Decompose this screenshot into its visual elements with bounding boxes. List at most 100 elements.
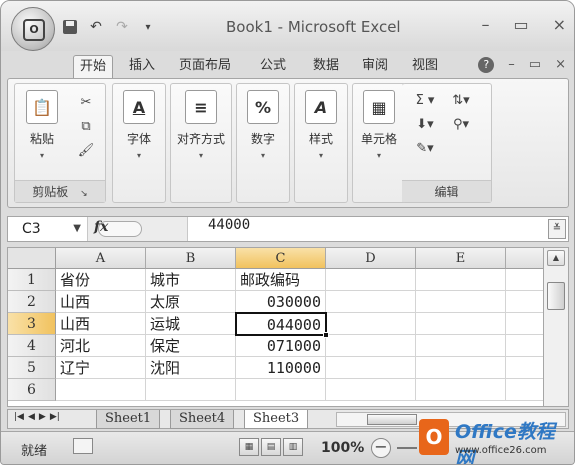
row-header-5[interactable]: 5 [8,357,56,379]
prev-sheet-icon[interactable]: ◀ [28,412,35,422]
autosum-icon[interactable]: Σ ▾ [410,92,440,108]
cell-c2[interactable]: 030000 [236,291,326,313]
ribbon-close-button[interactable]: × [555,57,566,73]
cell-b1[interactable]: 城市 [146,269,236,291]
cell-c5[interactable]: 110000 [236,357,326,379]
number-button[interactable]: % 数字 ▾ [238,90,288,160]
horizontal-scroll-thumb[interactable] [367,414,417,425]
cell-c3-active[interactable]: 044000 [235,312,327,336]
insert-function-icon[interactable]: fx [94,219,108,235]
ribbon-minimize-button[interactable]: – [508,57,515,73]
first-sheet-icon[interactable]: |◀ [14,412,24,422]
cell-b5[interactable]: 沈阳 [146,357,236,379]
cell-a4[interactable]: 河北 [56,335,146,357]
scroll-up-icon[interactable]: ▲ [547,250,565,266]
scroll-thumb[interactable] [547,282,565,310]
cells-button[interactable]: ▦ 单元格 ▾ [354,90,404,160]
row-header-2[interactable]: 2 [8,291,56,313]
styles-button[interactable]: A 样式 ▾ [296,90,346,160]
cell-a2[interactable]: 山西 [56,291,146,313]
expand-formula-bar-button[interactable]: ≚ [548,219,566,239]
column-header-e[interactable]: E [416,248,506,269]
font-button[interactable]: A 字体 ▾ [114,90,164,160]
cell-e6[interactable] [416,379,506,401]
fill-icon[interactable]: ⬇▾ [410,116,440,132]
tab-home[interactable]: 开始 [73,55,114,79]
alignment-button[interactable]: ≡ 对齐方式 ▾ [176,90,226,160]
column-header-d[interactable]: D [326,248,416,269]
tab-view[interactable]: 视图 [406,55,444,79]
cell-d1[interactable] [326,269,416,291]
dialog-launcher-icon[interactable]: ↘ [80,189,88,199]
zoom-out-icon[interactable]: − [371,438,391,458]
cell-e3[interactable] [416,313,506,335]
cell-e5[interactable] [416,357,506,379]
next-sheet-icon[interactable]: ▶ [39,412,46,422]
cell-c1[interactable]: 邮政编码 [236,269,326,291]
sort-filter-icon[interactable]: ⇅▾ [446,92,476,108]
save-button[interactable] [61,18,79,36]
chevron-down-icon[interactable]: ▼ [73,217,81,241]
undo-button[interactable]: ↶ [87,18,105,36]
cell-b3[interactable]: 运城 [146,313,236,335]
cell-a6[interactable] [56,379,146,401]
cell-e2[interactable] [416,291,506,313]
macro-record-icon[interactable] [73,438,93,454]
select-all-corner[interactable] [8,248,56,269]
cell-c4[interactable]: 071000 [236,335,326,357]
vertical-scrollbar[interactable]: ▲ [543,247,569,407]
clear-icon[interactable]: ✎▾ [410,140,440,156]
last-sheet-icon[interactable]: ▶| [50,412,60,422]
page-break-view-icon[interactable]: ▥ [283,438,303,456]
sheet-tab-sheet1[interactable]: Sheet1 [96,410,161,429]
find-select-icon[interactable]: ⚲▾ [446,116,476,132]
office-button[interactable]: O [11,7,55,51]
copy-icon[interactable]: ⧉ [77,118,95,134]
page-layout-view-icon[interactable]: ▤ [261,438,281,456]
tab-insert[interactable]: 插入 [123,55,161,79]
format-painter-icon[interactable]: 🖌 [77,142,95,158]
cell-d2[interactable] [326,291,416,313]
fill-handle[interactable] [323,332,329,338]
row-header-1[interactable]: 1 [8,269,56,291]
close-button[interactable]: × [553,15,566,34]
row-header-6[interactable]: 6 [8,379,56,401]
cell-d4[interactable] [326,335,416,357]
cell-a5[interactable]: 辽宁 [56,357,146,379]
column-header-a[interactable]: A [56,248,146,269]
row-header-4[interactable]: 4 [8,335,56,357]
column-header-c[interactable]: C [236,248,326,269]
cell-a3[interactable]: 山西 [56,313,146,335]
column-header-b[interactable]: B [146,248,236,269]
zoom-slider[interactable] [397,447,417,449]
cell-a1[interactable]: 省份 [56,269,146,291]
cell-b6[interactable] [146,379,236,401]
cell-b4[interactable]: 保定 [146,335,236,357]
ribbon-restore-button[interactable]: ▭ [529,57,541,73]
redo-button[interactable]: ↷ [113,18,131,36]
name-box[interactable]: C3 ▼ [8,217,88,241]
cell-e1[interactable] [416,269,506,291]
customize-qat-button[interactable]: ▾ [139,18,157,36]
cell-d5[interactable] [326,357,416,379]
cut-icon[interactable]: ✂ [77,94,95,110]
formula-input[interactable]: 44000 [208,217,250,241]
zoom-level[interactable]: 100% [321,440,364,456]
sheet-tab-sheet3[interactable]: Sheet3 [244,410,309,429]
normal-view-icon[interactable]: ▦ [239,438,259,456]
cell-d6[interactable] [326,379,416,401]
cell-c6[interactable] [236,379,326,401]
cell-b2[interactable]: 太原 [146,291,236,313]
help-icon[interactable]: ? [478,57,495,73]
cell-d3[interactable] [326,313,416,335]
tab-data[interactable]: 数据 [307,55,345,79]
sheet-tab-sheet4[interactable]: Sheet4 [170,410,235,429]
tab-review[interactable]: 审阅 [356,55,394,79]
tab-page-layout[interactable]: 页面布局 [173,55,237,79]
worksheet-grid[interactable]: A B C D E 1 2 3 4 5 6 省份 城市 邮政编码 山西 太原 0… [7,247,552,407]
tab-formulas[interactable]: 公式 [254,55,292,79]
row-header-3[interactable]: 3 [8,313,56,335]
minimize-button[interactable]: – [481,15,489,34]
maximize-button[interactable]: ▭ [513,15,528,34]
paste-button[interactable]: 📋 粘贴 ▾ [17,90,67,160]
